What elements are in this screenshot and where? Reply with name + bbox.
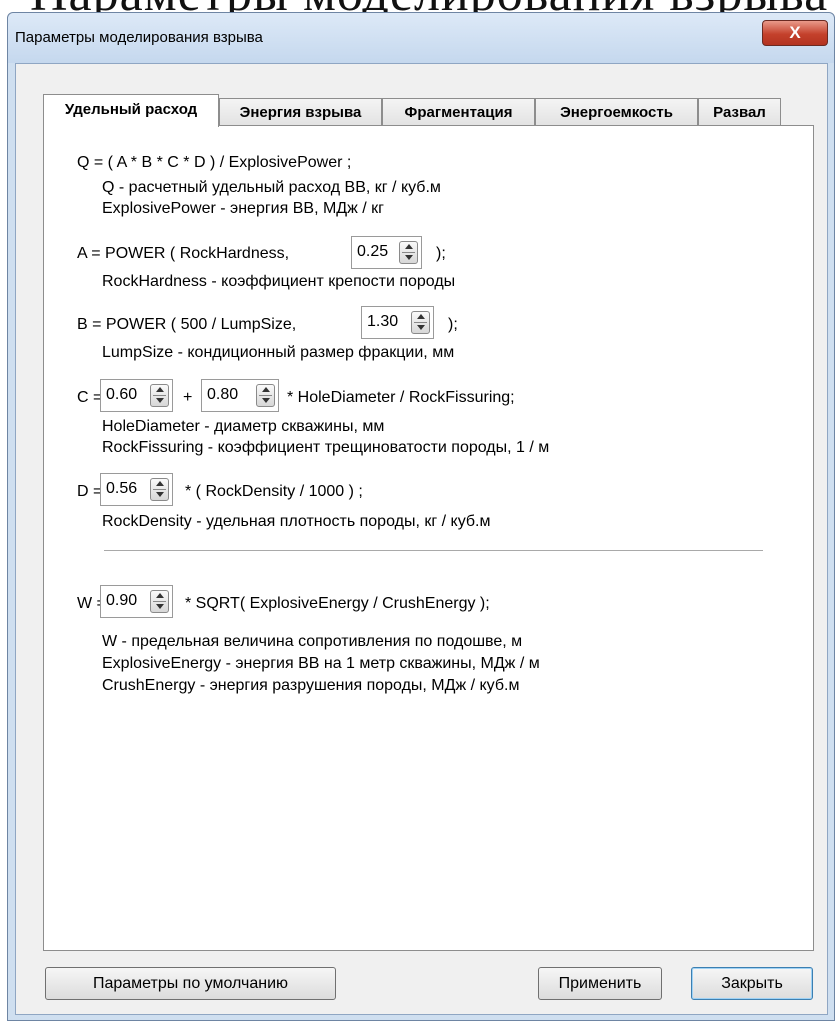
close-window-button[interactable]: X	[762, 20, 828, 46]
rock-density-description: RockDensity - удельная плотность породы,…	[102, 513, 491, 530]
a-exponent-spinbox[interactable]: 0.25	[351, 236, 422, 269]
title-bar: Параметры моделирования взрыва X	[8, 13, 834, 63]
c-constant-spinbox[interactable]: 0.60	[100, 379, 173, 412]
tab-razval[interactable]: Развал	[698, 98, 781, 126]
tab-fragmentatsiya[interactable]: Фрагментация	[382, 98, 535, 126]
b-exponent-value: 1.30	[367, 313, 399, 330]
spin-arrows-icon[interactable]	[411, 311, 430, 334]
tab-energiya-vzryva[interactable]: Энергия взрыва	[219, 98, 382, 126]
tab-udelny-rashod[interactable]: Удельный расход	[43, 94, 219, 127]
a-formula-suffix: );	[436, 245, 446, 262]
b-formula-prefix: B = POWER ( 500 / LumpSize,	[77, 316, 297, 333]
apply-button[interactable]: Применить	[538, 967, 662, 1000]
spin-arrows-icon[interactable]	[399, 241, 418, 264]
w-coefficient-value: 0.90	[106, 592, 138, 609]
dialog-client: Удельный расход Энергия взрыва Фрагмента…	[15, 63, 828, 1015]
b-formula-suffix: );	[448, 316, 458, 333]
q-formula: Q = ( A * B * C * D ) / ExplosivePower ;	[77, 154, 352, 171]
d-coefficient-value: 0.56	[106, 480, 138, 497]
crush-energy-description: CrushEnergy - энергия разрушения породы,…	[102, 677, 520, 694]
c-coefficient-spinbox[interactable]: 0.80	[201, 379, 279, 412]
q-description: Q - расчетный удельный расход ВВ, кг / к…	[102, 179, 441, 196]
spin-arrows-icon[interactable]	[150, 590, 169, 613]
explosive-energy-description: ExplosiveEnergy - энергия ВВ на 1 метр с…	[102, 655, 540, 672]
c-formula-prefix: C =	[77, 389, 103, 406]
divider	[104, 550, 763, 551]
w-formula-suffix: * SQRT( ExplosiveEnergy / CrushEnergy );	[185, 595, 490, 612]
tab-panel: Q = ( A * B * C * D ) / ExplosivePower ;…	[43, 125, 814, 951]
window-title: Параметры моделирования взрыва	[15, 29, 263, 46]
default-parameters-button[interactable]: Параметры по умолчанию	[45, 967, 336, 1000]
spin-arrows-icon[interactable]	[150, 384, 169, 407]
c-constant-value: 0.60	[106, 386, 138, 403]
close-icon: X	[789, 23, 801, 42]
spin-arrows-icon[interactable]	[150, 478, 169, 501]
d-coefficient-spinbox[interactable]: 0.56	[100, 473, 173, 506]
d-formula-prefix: D =	[77, 483, 103, 500]
c-coefficient-value: 0.80	[207, 386, 239, 403]
spin-arrows-icon[interactable]	[256, 384, 275, 407]
rock-hardness-description: RockHardness - коэффициент крепости поро…	[102, 273, 456, 290]
rock-fissuring-description: RockFissuring - коэффициент трещиноватос…	[102, 439, 550, 456]
explosive-power-description: ExplosivePower - энергия ВВ, МДж / кг	[102, 200, 384, 217]
b-exponent-spinbox[interactable]: 1.30	[361, 306, 434, 339]
w-coefficient-spinbox[interactable]: 0.90	[100, 585, 173, 618]
w-description: W - предельная величина сопротивления по…	[102, 633, 523, 650]
dialog-window: Параметры моделирования взрыва X Удельны…	[7, 12, 835, 1021]
c-formula-suffix: * HoleDiameter / RockFissuring;	[287, 389, 515, 406]
d-formula-suffix: * ( RockDensity / 1000 ) ;	[185, 483, 363, 500]
close-button[interactable]: Закрыть	[691, 967, 813, 1000]
a-exponent-value: 0.25	[357, 243, 389, 260]
lump-size-description: LumpSize - кондиционный размер фракции, …	[102, 344, 455, 361]
a-formula-prefix: A = POWER ( RockHardness,	[77, 245, 290, 262]
hole-diameter-description: HoleDiameter - диаметр скважины, мм	[102, 418, 385, 435]
tab-energoemkost[interactable]: Энергоемкость	[535, 98, 698, 126]
c-plus-sign: +	[183, 389, 193, 406]
